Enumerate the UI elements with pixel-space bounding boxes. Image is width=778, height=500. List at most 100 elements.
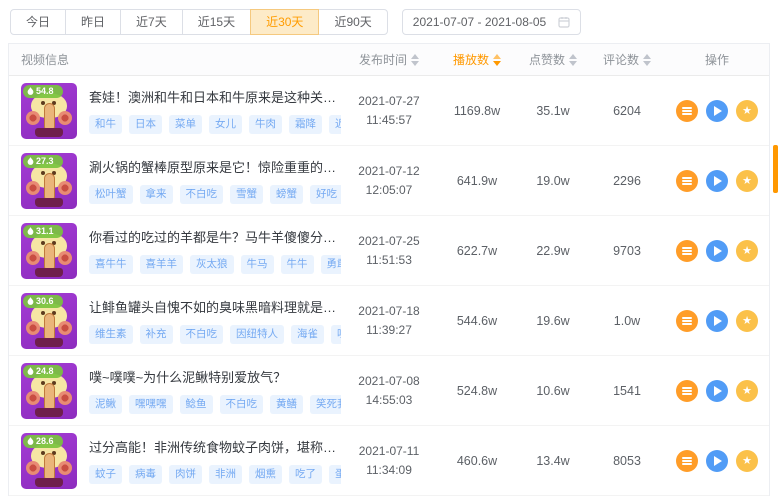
video-title[interactable]: 你看过的吃过的羊都是牛？马牛羊傻傻分不清了！ [89, 227, 341, 246]
col-plays[interactable]: 播放数 [453, 51, 501, 68]
video-tag[interactable]: 好吃 [310, 185, 341, 204]
play-count: 641.9w [437, 174, 517, 188]
video-tag[interactable]: 吐了 [331, 325, 341, 344]
flame-icon [27, 87, 34, 96]
video-thumbnail[interactable]: 31.1 [21, 223, 77, 279]
play-button[interactable] [706, 170, 728, 192]
video-tag[interactable]: 因纽特人 [230, 325, 284, 344]
video-title[interactable]: 涮火锅的蟹棒原型原来是它！惊险重重的松叶蟹脱壳之旅~ [89, 157, 341, 176]
play-button[interactable] [706, 240, 728, 262]
favorite-button[interactable]: ★ [736, 450, 758, 472]
video-tag[interactable]: 泥鳅 [89, 395, 122, 414]
video-thumbnail[interactable]: 54.8 [21, 83, 77, 139]
col-likes[interactable]: 点赞数 [529, 51, 577, 68]
video-tag[interactable]: 近亲 [329, 115, 341, 134]
video-tag[interactable]: 螃蟹 [270, 185, 303, 204]
col-plays-label: 播放数 [453, 51, 489, 68]
video-tag[interactable]: 菜单 [169, 115, 202, 134]
star-icon: ★ [742, 175, 752, 186]
stats-button[interactable] [676, 450, 698, 472]
video-thumbnail[interactable]: 28.6 [21, 433, 77, 489]
favorite-button[interactable]: ★ [736, 170, 758, 192]
like-count: 22.9w [517, 244, 589, 258]
video-tag[interactable]: 蛋白质 [329, 465, 341, 484]
col-comments-label: 评论数 [603, 51, 639, 68]
video-title[interactable]: 让鲱鱼罐头自愧不如的臭味黑暗料理就是它——腌海雀！ [89, 297, 341, 316]
filter-90days[interactable]: 近90天 [318, 9, 387, 35]
video-title[interactable]: 过分高能！非洲传统食物蚊子肉饼，堪称招蚊大户的翻身菜！ [89, 437, 341, 456]
video-title[interactable]: 套娃！澳洲和牛和日本和牛原来是这种关系？ [89, 87, 341, 106]
date-range-picker[interactable]: 2021-07-07 - 2021-08-05 [402, 9, 581, 35]
table-row: 31.1 你看过的吃过的羊都是牛？马牛羊傻傻分不清了！ 喜牛牛 喜羊羊 灰太狼 … [9, 216, 769, 286]
video-tag[interactable]: 拿来 [140, 185, 173, 204]
video-tag[interactable]: 和牛 [89, 115, 122, 134]
stats-button[interactable] [676, 170, 698, 192]
video-tag[interactable]: 补充 [140, 325, 173, 344]
filter-15days[interactable]: 近15天 [182, 9, 251, 35]
favorite-button[interactable]: ★ [736, 310, 758, 332]
favorite-button[interactable]: ★ [736, 380, 758, 402]
video-tag[interactable]: 霜降 [289, 115, 322, 134]
video-tag[interactable]: 烟熏 [249, 465, 282, 484]
video-tag[interactable]: 不白吃 [180, 185, 224, 204]
favorite-button[interactable]: ★ [736, 100, 758, 122]
col-publish-time[interactable]: 发布时间 [359, 51, 419, 68]
video-tag[interactable]: 牛牛 [281, 255, 314, 274]
list-icon [682, 460, 692, 462]
video-tag[interactable]: 嘿嘿嘿 [129, 395, 173, 414]
like-count: 13.4w [517, 454, 589, 468]
filter-today[interactable]: 今日 [10, 9, 66, 35]
video-tag[interactable]: 非洲 [209, 465, 242, 484]
video-tag[interactable]: 牛马 [241, 255, 274, 274]
play-count: 524.8w [437, 384, 517, 398]
video-tag[interactable]: 不白吃 [180, 325, 224, 344]
filter-yesterday[interactable]: 昨日 [65, 9, 121, 35]
video-tag[interactable]: 病毒 [129, 465, 162, 484]
filter-30days[interactable]: 近30天 [250, 9, 319, 35]
video-thumbnail[interactable]: 30.6 [21, 293, 77, 349]
video-tag[interactable]: 吃了 [289, 465, 322, 484]
video-tag[interactable]: 女儿 [209, 115, 242, 134]
video-tags: 蚊子 病毒 肉饼 非洲 烟熏 吃了 蛋白质 非洲人 [89, 465, 341, 484]
favorite-button[interactable]: ★ [736, 240, 758, 262]
star-icon: ★ [742, 455, 752, 466]
video-tag[interactable]: 不白吃 [220, 395, 264, 414]
list-icon [682, 110, 692, 112]
video-tag[interactable]: 雪蟹 [230, 185, 263, 204]
play-icon [714, 456, 722, 466]
video-tag[interactable]: 喜牛牛 [89, 255, 133, 274]
sort-carets-icon [493, 54, 501, 66]
video-tag[interactable]: 日本 [129, 115, 162, 134]
video-tag[interactable]: 维生素 [89, 325, 133, 344]
video-tag[interactable]: 鲶鱼 [180, 395, 213, 414]
video-tag[interactable]: 肉饼 [169, 465, 202, 484]
video-tag[interactable]: 黄鳝 [270, 395, 303, 414]
video-tag[interactable]: 牛肉 [249, 115, 282, 134]
video-tag[interactable]: 蚊子 [89, 465, 122, 484]
video-thumbnail[interactable]: 27.3 [21, 153, 77, 209]
stats-button[interactable] [676, 380, 698, 402]
table-row: 30.6 让鲱鱼罐头自愧不如的臭味黑暗料理就是它——腌海雀！ 维生素 补充 不白… [9, 286, 769, 356]
play-button[interactable] [706, 450, 728, 472]
stats-button[interactable] [676, 240, 698, 262]
video-thumbnail[interactable]: 24.8 [21, 363, 77, 419]
col-comments[interactable]: 评论数 [603, 51, 651, 68]
video-tag[interactable]: 勇敢 [321, 255, 342, 274]
video-tag[interactable]: 笑死我了 [310, 395, 341, 414]
video-title[interactable]: 噗~噗噗~为什么泥鳅特别爱放气？ [89, 367, 341, 386]
filter-7days[interactable]: 近7天 [120, 9, 183, 35]
publish-date: 2021-07-27 [341, 92, 437, 111]
like-count: 19.0w [517, 174, 589, 188]
play-button[interactable] [706, 100, 728, 122]
play-button[interactable] [706, 310, 728, 332]
publish-time: 11:45:57 [341, 111, 437, 130]
like-count: 35.1w [517, 104, 589, 118]
video-tag[interactable]: 松叶蟹 [89, 185, 133, 204]
video-tag[interactable]: 喜羊羊 [140, 255, 184, 274]
video-tag[interactable]: 灰太狼 [190, 255, 234, 274]
play-button[interactable] [706, 380, 728, 402]
stats-button[interactable] [676, 310, 698, 332]
stats-button[interactable] [676, 100, 698, 122]
scrollbar-thumb[interactable] [773, 145, 778, 193]
video-tag[interactable]: 海雀 [291, 325, 324, 344]
